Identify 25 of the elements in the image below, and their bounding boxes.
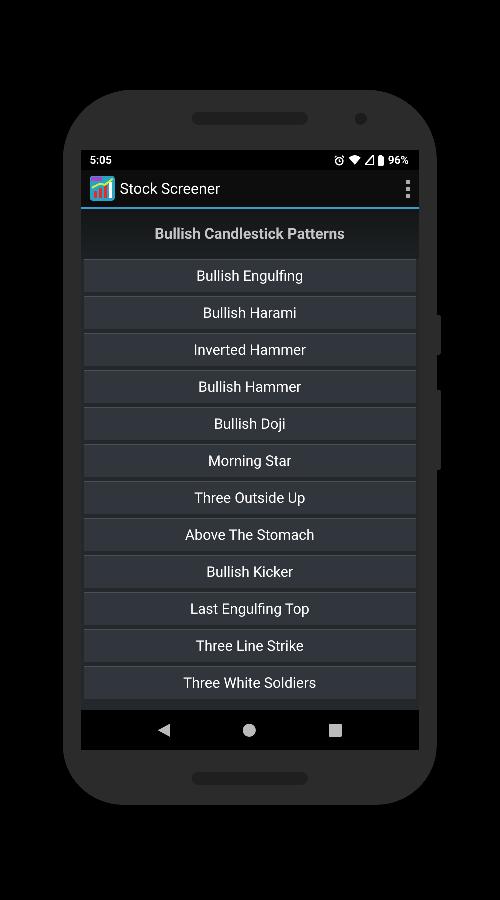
pattern-button[interactable]: Inverted Hammer [84,333,416,366]
pattern-button[interactable]: Three Outside Up [84,481,416,514]
alarm-icon [334,154,346,166]
wifi-icon [349,155,362,165]
signal-icon [365,155,374,165]
pattern-button[interactable]: Three Line Strike [84,629,416,662]
app-title: Stock Screener [120,180,222,198]
battery-icon [378,154,384,166]
pattern-button[interactable]: Bullish Harami [84,296,416,329]
section-heading: Bullish Candlestick Patterns [154,225,346,243]
pattern-button[interactable]: Three White Soldiers [84,666,416,699]
clock-time: 5:05 [90,154,112,166]
app-icon[interactable] [90,176,115,201]
back-icon[interactable] [158,724,170,736]
home-icon[interactable] [242,724,256,736]
overflow-menu-icon[interactable] [405,180,411,198]
recents-icon[interactable] [329,724,342,736]
pattern-button[interactable]: Last Engulfing Top [84,592,416,625]
pattern-button[interactable]: Above The Stomach [84,518,416,551]
pattern-button[interactable]: Bullish Doji [84,407,416,440]
pattern-button[interactable]: Bullish Kicker [84,555,416,588]
pattern-button[interactable]: Morning Star [84,444,416,477]
pattern-button[interactable]: Bullish Engulfing [84,259,416,292]
pattern-button[interactable]: Bullish Hammer [84,370,416,403]
battery-level: 96% [388,154,409,166]
